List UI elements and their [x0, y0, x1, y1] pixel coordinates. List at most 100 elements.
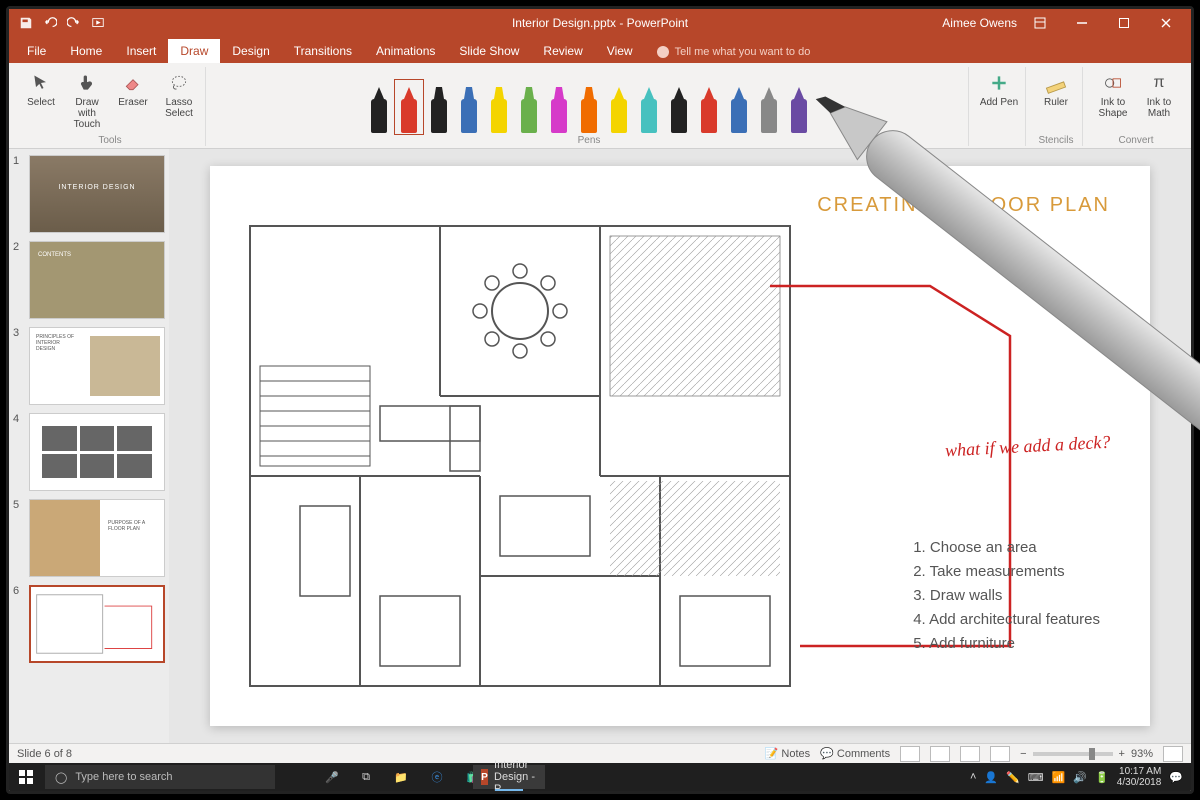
fit-window-icon[interactable] — [1163, 746, 1183, 762]
pen-swatch-4[interactable] — [486, 81, 512, 133]
slide-heading: CREATING A FLOOR PLAN — [817, 194, 1110, 217]
pen-swatch-11[interactable] — [696, 81, 722, 133]
taskbar-explorer[interactable]: 📁 — [383, 763, 419, 791]
mic-icon[interactable]: 🎤 — [315, 763, 349, 791]
start-button[interactable] — [9, 763, 43, 791]
reading-view-icon[interactable] — [960, 746, 980, 762]
normal-view-icon[interactable] — [900, 746, 920, 762]
pen-swatch-9[interactable] — [636, 81, 662, 133]
sorter-view-icon[interactable] — [930, 746, 950, 762]
pen-swatch-3[interactable] — [456, 81, 482, 133]
minimize-icon[interactable] — [1063, 9, 1101, 37]
slideshow-view-icon[interactable] — [990, 746, 1010, 762]
tab-slideshow[interactable]: Slide Show — [447, 39, 531, 63]
thumb-4[interactable]: 4 — [13, 413, 165, 491]
group-label-convert: Convert — [1118, 133, 1153, 146]
tab-home[interactable]: Home — [58, 39, 114, 63]
taskbar-search[interactable]: ◯ Type here to search — [45, 765, 275, 789]
ink-shape-icon — [1101, 71, 1125, 95]
pen-swatch-2[interactable] — [426, 81, 452, 133]
tab-draw[interactable]: Draw — [168, 39, 220, 63]
ruler-icon — [1044, 71, 1068, 95]
taskbar-powerpoint[interactable]: PInterior Design - P... — [491, 763, 527, 791]
pen-swatch-6[interactable] — [546, 81, 572, 133]
tab-view[interactable]: View — [595, 39, 645, 63]
pen-swatch-5[interactable] — [516, 81, 542, 133]
tell-me-placeholder: Tell me what you want to do — [675, 46, 811, 58]
pen-swatch-13[interactable] — [756, 81, 782, 133]
touch-icon — [75, 71, 99, 95]
zoom-value: 93% — [1131, 748, 1153, 760]
lasso-select-button[interactable]: Lasso Select — [159, 67, 199, 119]
action-center-icon[interactable]: 💬 — [1169, 771, 1183, 784]
undo-icon[interactable] — [43, 16, 57, 30]
tab-insert[interactable]: Insert — [114, 39, 168, 63]
tray-up-icon[interactable]: ˄ — [970, 771, 976, 783]
slide-editor[interactable]: CREATING A FLOOR PLAN — [169, 149, 1191, 743]
ribbon-options-icon[interactable] — [1021, 9, 1059, 37]
pen-swatch-14[interactable] — [786, 81, 812, 133]
floorplan-graphic — [240, 216, 800, 696]
eraser-button[interactable]: Eraser — [113, 67, 153, 108]
start-slideshow-icon[interactable] — [91, 16, 105, 30]
tab-review[interactable]: Review — [531, 39, 594, 63]
pen-tray-icon[interactable]: ✏️ — [1006, 771, 1020, 784]
thumb-6[interactable]: 6 — [13, 585, 165, 663]
taskbar-edge[interactable]: ⓔ — [419, 763, 455, 791]
search-placeholder: Type here to search — [75, 771, 172, 783]
ink-annotation-text: what if we add a deck? — [944, 432, 1110, 462]
group-label-tools: Tools — [98, 133, 121, 146]
notes-button[interactable]: 📝 Notes — [765, 747, 811, 760]
draw-with-touch-button[interactable]: Draw with Touch — [67, 67, 107, 130]
current-slide[interactable]: CREATING A FLOOR PLAN — [210, 166, 1150, 726]
tab-file[interactable]: File — [15, 39, 58, 63]
cursor-icon — [29, 71, 53, 95]
pen-swatch-1[interactable] — [396, 81, 422, 133]
status-bar: Slide 6 of 8 📝 Notes 💬 Comments −+ 93% — [9, 743, 1191, 763]
keyboard-icon[interactable]: ⌨ — [1028, 771, 1044, 784]
save-icon[interactable] — [19, 16, 33, 30]
ink-to-math-button[interactable]: π Ink to Math — [1139, 67, 1179, 119]
redo-icon[interactable] — [67, 16, 81, 30]
tab-design[interactable]: Design — [220, 39, 281, 63]
volume-icon[interactable]: 🔊 — [1073, 771, 1087, 784]
group-label-stencils: Stencils — [1038, 133, 1073, 146]
ink-to-shape-button[interactable]: Ink to Shape — [1093, 67, 1133, 119]
pen-swatch-12[interactable] — [726, 81, 752, 133]
thumb-5[interactable]: 5PURPOSE OF A FLOOR PLAN — [13, 499, 165, 577]
pen-swatch-10[interactable] — [666, 81, 692, 133]
select-button[interactable]: Select — [21, 67, 61, 108]
thumb-3[interactable]: 3PRINCIPLES OF INTERIOR DESIGN — [13, 327, 165, 405]
zoom-slider[interactable]: −+ 93% — [1020, 748, 1153, 760]
task-view-icon[interactable]: ⧉ — [349, 763, 383, 791]
ribbon-group-pens: Pens — [210, 67, 969, 146]
thumb-2[interactable]: 2CONTENTS — [13, 241, 165, 319]
people-icon[interactable]: 👤 — [984, 771, 998, 784]
slide-counter: Slide 6 of 8 — [17, 748, 72, 760]
taskbar-clock[interactable]: 10:17 AM 4/30/2018 — [1117, 766, 1162, 788]
title-bar: Interior Design.pptx - PowerPoint Aimee … — [9, 9, 1191, 37]
maximize-icon[interactable] — [1105, 9, 1143, 37]
thumb-1[interactable]: 1INTERIOR DESIGN — [13, 155, 165, 233]
tab-transitions[interactable]: Transitions — [282, 39, 364, 63]
user-name[interactable]: Aimee Owens — [942, 16, 1017, 30]
cortana-icon: ◯ — [55, 771, 67, 784]
ruler-button[interactable]: Ruler — [1036, 67, 1076, 108]
slide-thumbnails[interactable]: 1INTERIOR DESIGN 2CONTENTS 3PRINCIPLES O… — [9, 149, 169, 743]
plus-icon — [987, 71, 1011, 95]
ribbon-group-convert: Ink to Shape π Ink to Math Convert — [1087, 67, 1185, 146]
wifi-icon[interactable]: 📶 — [1052, 771, 1066, 784]
battery-icon[interactable]: 🔋 — [1095, 771, 1109, 784]
add-pen-button[interactable]: Add Pen — [979, 67, 1019, 108]
windows-taskbar: ◯ Type here to search 🎤 ⧉ 📁 ⓔ 🛍️ PInteri… — [9, 763, 1191, 791]
tell-me-search[interactable]: Tell me what you want to do — [645, 41, 823, 63]
ink-math-icon: π — [1147, 71, 1171, 95]
pen-swatch-0[interactable] — [366, 81, 392, 133]
system-tray[interactable]: ˄ 👤 ✏️ ⌨ 📶 🔊 🔋 10:17 AM 4/30/2018 💬 — [970, 766, 1191, 788]
comments-button[interactable]: 💬 Comments — [820, 747, 890, 760]
close-icon[interactable] — [1147, 9, 1185, 37]
lasso-icon — [167, 71, 191, 95]
pen-swatch-8[interactable] — [606, 81, 632, 133]
pen-swatch-7[interactable] — [576, 81, 602, 133]
tab-animations[interactable]: Animations — [364, 39, 447, 63]
